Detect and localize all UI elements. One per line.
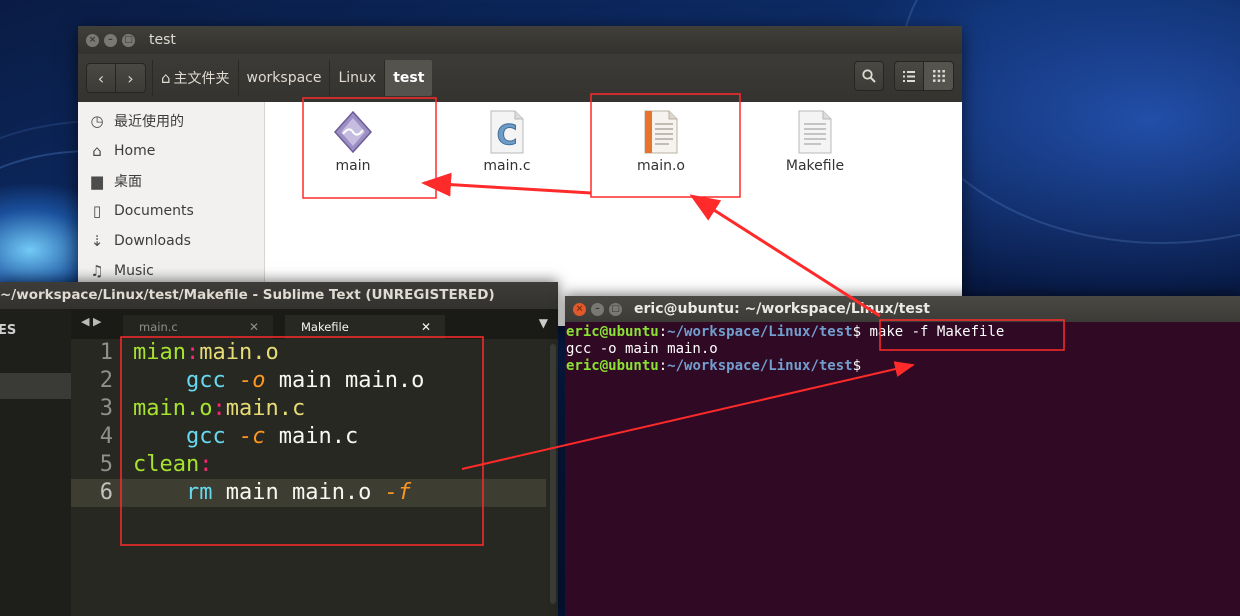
maximize-icon[interactable]: □ <box>609 302 622 316</box>
grid-view-icon <box>932 70 945 82</box>
maximize-icon[interactable]: □ <box>122 33 135 47</box>
code-line: gcc -o main main.o <box>185 368 425 393</box>
file-manager-toolbar: ‹ › ⌂ 主文件夹 workspace Linux test <box>78 54 962 103</box>
line-number: 4 <box>99 424 113 449</box>
tab-bar: ◀ ▶ main.c ✕ Makefile ✕ ▼ <box>71 309 558 339</box>
breadcrumb: ⌂ 主文件夹 workspace Linux test <box>152 60 433 96</box>
file-item-makefile[interactable]: Makefile <box>760 108 870 174</box>
chevron-left-icon: ‹ <box>97 68 105 88</box>
tab-nav-arrows[interactable]: ◀ ▶ <box>81 315 101 328</box>
breadcrumb-test[interactable]: test <box>384 60 433 96</box>
text-file-icon <box>798 110 832 154</box>
close-icon[interactable]: ✕ <box>249 315 259 339</box>
breadcrumb-home[interactable]: ⌂ 主文件夹 <box>152 60 238 96</box>
file-item-main-c[interactable]: C main.c <box>452 108 562 174</box>
tab-main-c[interactable]: main.c ✕ <box>123 315 273 339</box>
minimize-icon[interactable]: – <box>591 302 604 316</box>
sidebar-item-downloads[interactable]: ⇣ Downloads <box>78 226 264 256</box>
sublime-sidebar: ES <box>0 309 71 616</box>
download-icon: ⇣ <box>90 232 104 250</box>
line-number: 6 <box>71 479 119 507</box>
chevron-right-icon: › <box>127 68 134 88</box>
tab-dropdown-icon[interactable]: ▼ <box>539 316 548 330</box>
file-manager-window: × – □ test ‹ › ⌂ 主文件夹 workspace Linux te… <box>78 26 962 326</box>
line-number: 5 <box>99 452 113 477</box>
terminal-line: eric@ubuntu:~/workspace/Linux/test$ <box>566 358 862 374</box>
sidebar-item-documents[interactable]: ▯ Documents <box>78 196 264 226</box>
grid-view-button[interactable] <box>924 61 954 91</box>
terminal-titlebar: × – □ eric@ubuntu: ~/workspace/Linux/tes… <box>565 296 1240 322</box>
search-button[interactable] <box>854 61 884 91</box>
c-source-icon: C <box>490 110 524 154</box>
executable-icon <box>333 110 373 154</box>
forward-button[interactable]: › <box>116 63 146 93</box>
sidebar-item-recent[interactable]: ◷ 最近使用的 <box>78 106 264 136</box>
window-title: eric@ubuntu: ~/workspace/Linux/test <box>634 301 930 317</box>
code-line: mian:main.o <box>133 340 279 365</box>
tab-makefile[interactable]: Makefile ✕ <box>285 315 445 339</box>
document-icon: ▯ <box>92 202 102 220</box>
terminal-line: gcc -o main main.o <box>566 341 718 357</box>
sidebar-item-desktop[interactable]: ▆ 桌面 <box>78 166 264 196</box>
clock-icon: ◷ <box>90 112 104 130</box>
line-number: 2 <box>99 368 113 393</box>
close-icon[interactable]: × <box>573 302 586 316</box>
code-line: clean: <box>133 452 213 477</box>
line-number: 3 <box>99 396 113 421</box>
sidebar-item-home[interactable]: ⌂ Home <box>78 136 264 166</box>
list-view-icon <box>903 70 915 82</box>
sublime-window: ~/workspace/Linux/test/Makefile - Sublim… <box>0 282 558 616</box>
file-manager-titlebar: × – □ test <box>78 26 962 54</box>
code-line: main.o:main.c <box>133 396 306 421</box>
music-icon: ♫ <box>90 262 104 280</box>
terminal-output[interactable]: eric@ubuntu:~/workspace/Linux/test$ make… <box>565 322 1240 375</box>
home-icon: ⌂ <box>92 142 102 160</box>
line-number: 1 <box>99 340 113 365</box>
code-line: rm main main.o -f <box>119 479 546 507</box>
code-editor[interactable]: mian:main.o gcc -o main main.o main.o:ma… <box>119 339 546 616</box>
minimize-icon[interactable]: – <box>104 33 117 47</box>
list-view-button[interactable] <box>894 61 924 91</box>
object-file-icon <box>644 110 678 154</box>
window-title: test <box>149 32 176 48</box>
terminal-line: eric@ubuntu:~/workspace/Linux/test$ make… <box>566 324 1005 340</box>
file-item-main-o[interactable]: main.o <box>606 108 716 174</box>
breadcrumb-workspace[interactable]: workspace <box>237 60 330 96</box>
back-button[interactable]: ‹ <box>86 63 116 93</box>
sidebar-header: ES <box>0 323 17 338</box>
breadcrumb-linux[interactable]: Linux <box>329 60 384 96</box>
editor-scrollbar[interactable] <box>550 344 556 604</box>
code-line: gcc -c main.c <box>185 424 359 449</box>
file-item-main[interactable]: main <box>298 108 408 174</box>
search-icon <box>862 69 876 83</box>
folder-icon: ▆ <box>91 172 103 190</box>
home-icon: ⌂ <box>161 69 171 87</box>
line-number-gutter: 1 2 3 4 5 6 <box>71 339 119 616</box>
close-icon[interactable]: ✕ <box>421 315 431 339</box>
sidebar-selected-row[interactable] <box>0 373 71 399</box>
svg-text:C: C <box>497 118 518 151</box>
terminal-window: × – □ eric@ubuntu: ~/workspace/Linux/tes… <box>565 296 1240 616</box>
close-icon[interactable]: × <box>86 33 99 47</box>
sublime-titlebar: ~/workspace/Linux/test/Makefile - Sublim… <box>0 282 558 309</box>
